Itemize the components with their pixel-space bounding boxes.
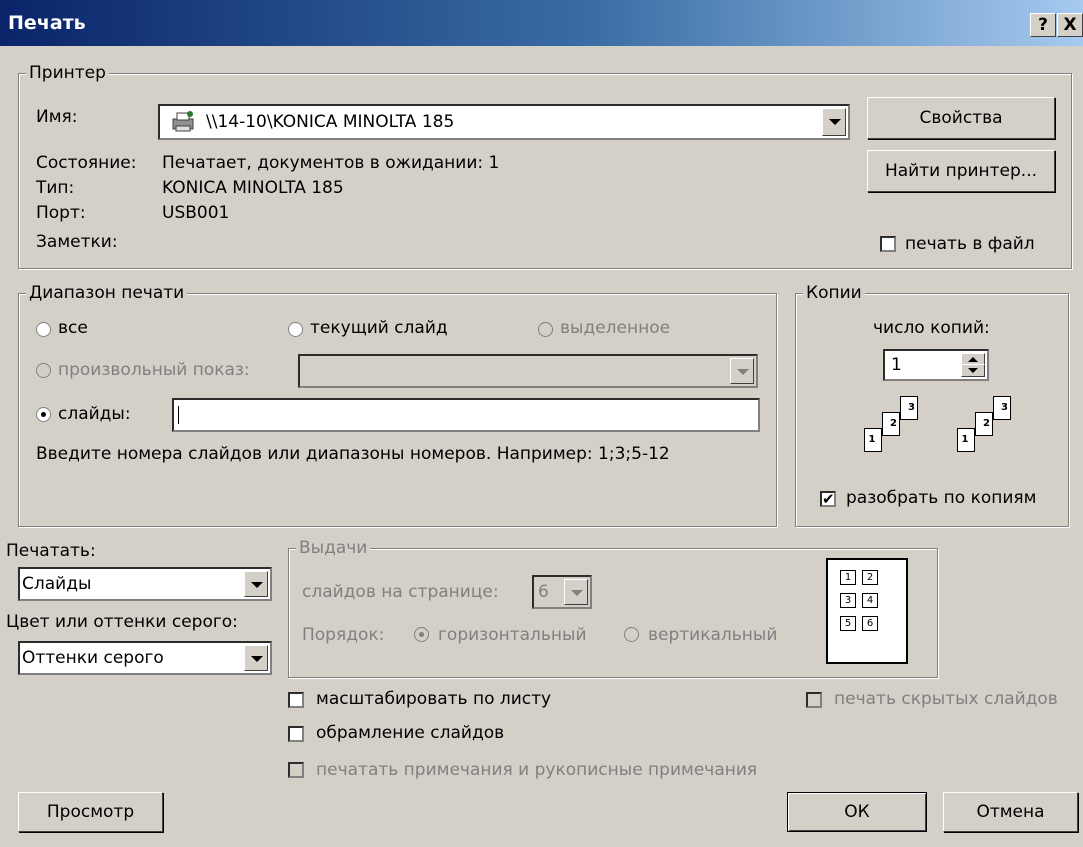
print-what-value: Слайды xyxy=(22,574,92,594)
chevron-down-icon[interactable] xyxy=(244,571,268,597)
printer-name-select[interactable]: \\14-10\KONICA MINOLTA 185 xyxy=(158,104,850,140)
page-icon: 1 xyxy=(864,428,882,452)
color-value: Оттенки серого xyxy=(22,648,164,668)
print-notes-label: печатать примечания и рукописные примеча… xyxy=(316,760,758,780)
type-label: Тип: xyxy=(36,178,75,198)
chevron-down-icon xyxy=(968,368,978,373)
page-icon: 3 xyxy=(993,396,1011,420)
handouts-group-label: Выдачи xyxy=(296,538,371,558)
printer-name-label: Имя: xyxy=(36,107,78,127)
title-bar xyxy=(0,0,1083,46)
range-current-slide-label: текущий слайд xyxy=(310,318,448,338)
collate-illustration-2: 3 2 1 xyxy=(945,388,1035,480)
range-selection-radio[interactable] xyxy=(538,322,553,337)
text-cursor xyxy=(178,406,179,424)
print-range-group-label: Диапазон печати xyxy=(26,283,188,303)
properties-button[interactable]: Свойства xyxy=(867,97,1055,139)
range-slides-radio[interactable] xyxy=(36,407,51,422)
range-slides-label: слайды: xyxy=(58,404,131,424)
custom-show-select[interactable] xyxy=(298,354,758,388)
range-custom-show-label: произвольный показ: xyxy=(58,360,250,380)
print-to-file-label: печать в файл xyxy=(905,234,1035,254)
range-hint: Введите номера слайдов или диапазоны ном… xyxy=(36,444,670,464)
range-all-label: все xyxy=(58,318,88,338)
handout-cell: 3 xyxy=(840,593,856,608)
handout-cell: 4 xyxy=(862,593,878,608)
per-page-select[interactable]: 6 xyxy=(532,575,592,609)
order-vertical-radio[interactable] xyxy=(624,627,639,642)
collate-illustration-1: 3 2 1 xyxy=(852,388,942,480)
preview-button[interactable]: Просмотр xyxy=(18,792,163,832)
ok-button[interactable]: ОК xyxy=(787,792,927,832)
state-value: Печатает, документов в ожидании: 1 xyxy=(162,153,500,173)
printer-icon xyxy=(170,108,196,134)
handout-cell: 6 xyxy=(862,616,878,631)
handout-cell: 5 xyxy=(840,616,856,631)
printer-name-value: \\14-10\KONICA MINOLTA 185 xyxy=(206,112,455,132)
copies-count-value: 1 xyxy=(891,355,902,375)
chevron-up-icon xyxy=(968,357,978,362)
page-icon: 2 xyxy=(975,412,993,436)
frame-checkbox[interactable] xyxy=(288,726,304,742)
port-label: Порт: xyxy=(36,203,86,223)
copies-count-label: число копий: xyxy=(873,318,990,338)
chevron-down-icon[interactable] xyxy=(822,108,846,136)
handout-cell: 1 xyxy=(840,570,856,585)
page-icon: 1 xyxy=(957,428,975,452)
order-vertical-label: вертикальный xyxy=(648,625,778,645)
slides-input[interactable] xyxy=(172,398,760,432)
order-horizontal-label: горизонтальный xyxy=(438,625,587,645)
collate-checkbox[interactable]: ✔ xyxy=(820,491,836,507)
per-page-label: слайдов на странице: xyxy=(302,582,499,602)
color-label: Цвет или оттенки серого: xyxy=(6,612,238,632)
print-hidden-checkbox[interactable] xyxy=(806,692,822,708)
range-custom-show-radio[interactable] xyxy=(36,363,51,378)
type-value: KONICA MINOLTA 185 xyxy=(162,178,344,198)
handout-cell: 2 xyxy=(862,570,878,585)
chevron-down-icon[interactable] xyxy=(730,358,754,384)
print-what-label: Печатать: xyxy=(6,541,96,561)
chevron-down-icon[interactable] xyxy=(564,579,588,605)
handout-preview: 1 2 3 4 5 6 xyxy=(826,558,908,664)
page-icon: 2 xyxy=(882,412,900,436)
print-notes-checkbox[interactable] xyxy=(288,762,304,778)
chevron-down-icon[interactable] xyxy=(244,645,268,671)
help-button[interactable]: ? xyxy=(1030,13,1056,37)
spin-down-button[interactable] xyxy=(961,364,985,377)
scale-label: масштабировать по листу xyxy=(316,689,552,709)
notes-label: Заметки: xyxy=(36,232,118,252)
copies-count-input[interactable]: 1 xyxy=(883,349,989,381)
range-current-slide-radio[interactable] xyxy=(288,322,303,337)
copies-group-label: Копии xyxy=(803,283,865,303)
state-label: Состояние: xyxy=(36,153,137,173)
port-value: USB001 xyxy=(162,203,230,223)
scale-checkbox[interactable] xyxy=(288,692,304,708)
collate-label: разобрать по копиям xyxy=(846,488,1037,508)
print-what-select[interactable]: Слайды xyxy=(18,567,272,601)
page-icon: 3 xyxy=(900,396,918,420)
range-selection-label: выделенное xyxy=(560,318,671,338)
close-button[interactable]: X xyxy=(1057,13,1083,37)
per-page-value: 6 xyxy=(538,582,549,602)
range-all-radio[interactable] xyxy=(36,322,51,337)
printer-group-label: Принтер xyxy=(26,63,109,83)
window-title: Печать xyxy=(8,12,86,34)
print-to-file-checkbox[interactable] xyxy=(880,236,896,252)
frame-label: обрамление слайдов xyxy=(316,723,505,743)
order-horizontal-radio[interactable] xyxy=(414,627,429,642)
color-select[interactable]: Оттенки серого xyxy=(18,641,272,675)
cancel-button[interactable]: Отмена xyxy=(943,792,1078,832)
print-hidden-label: печать скрытых слайдов xyxy=(834,689,1058,709)
order-label: Порядок: xyxy=(302,625,385,645)
find-printer-button[interactable]: Найти принтер... xyxy=(867,150,1055,192)
